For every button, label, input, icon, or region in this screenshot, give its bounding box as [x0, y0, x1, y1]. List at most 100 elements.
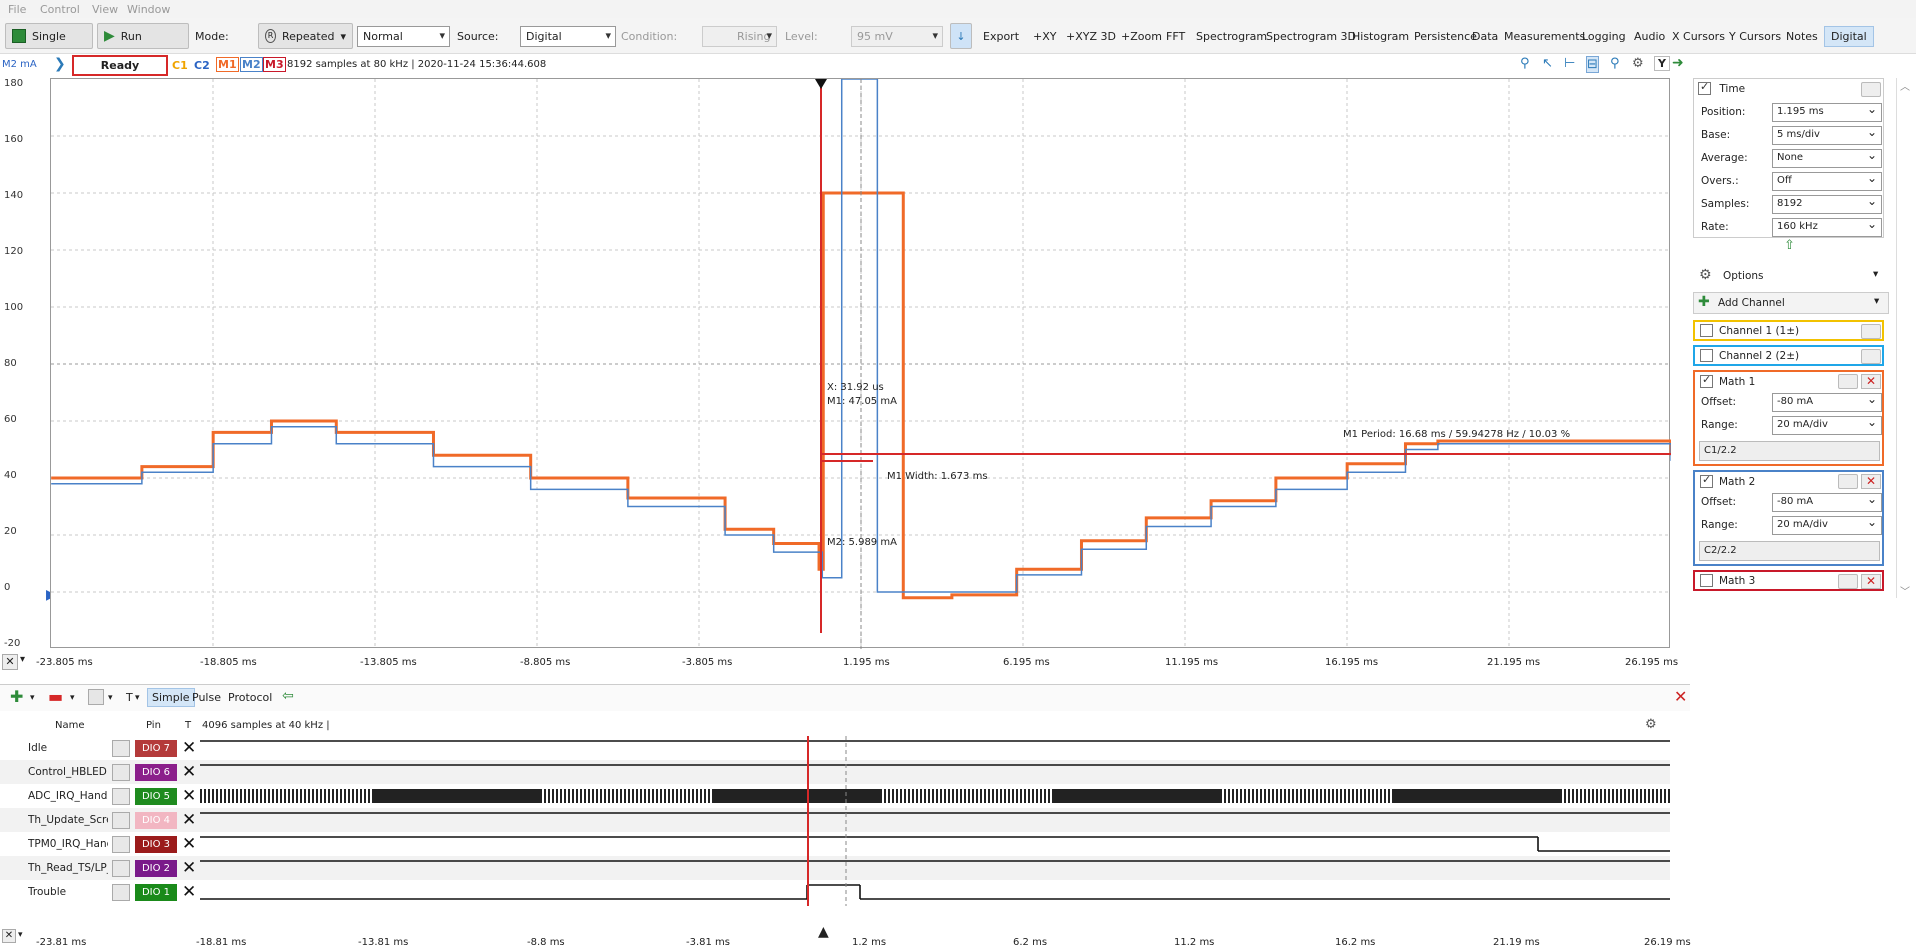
logic-waveforms[interactable] — [200, 736, 1670, 906]
trigger-menu[interactable]: T — [126, 691, 133, 704]
source-select[interactable]: Digital — [520, 26, 616, 47]
logic-trigger-marker-icon[interactable]: ▲ — [818, 924, 829, 940]
math2-formula-field[interactable]: C2/2.2 — [1699, 541, 1880, 561]
spectrogram3d-link[interactable]: Spectrogram 3D — [1266, 30, 1356, 43]
settings-scrollbar[interactable]: ︿ ﹀ — [1896, 78, 1912, 598]
base-select[interactable]: 5 ms/div — [1772, 125, 1882, 145]
channel1-settings-icon[interactable] — [1861, 324, 1881, 339]
y-cursors-link[interactable]: Y Cursors — [1729, 30, 1781, 43]
run-button[interactable]: ▶ Run — [97, 23, 189, 49]
xyz3d-link[interactable]: +XYZ 3D — [1066, 30, 1116, 43]
math3-row[interactable]: Math 3 ✕ — [1693, 570, 1884, 591]
time-checkbox[interactable] — [1698, 80, 1711, 95]
signal-edit-icon[interactable] — [112, 836, 130, 853]
repeated-button[interactable]: R Repeated ▾ — [258, 23, 353, 49]
chevron-down-icon[interactable]: ▾ — [70, 693, 75, 703]
logic-gear-icon[interactable]: ⚙ — [1645, 717, 1657, 732]
gear-icon[interactable]: ⚙ — [1632, 56, 1644, 71]
condition-select[interactable]: Rising — [702, 26, 777, 47]
play-arrow-icon[interactable]: ❯ — [54, 56, 66, 72]
x-axis-menu-icon[interactable]: ▾ — [20, 654, 25, 665]
fit-icon[interactable]: ⊟ — [1586, 56, 1599, 73]
math1-checkbox[interactable] — [1700, 373, 1713, 388]
audio-link[interactable]: Audio — [1634, 30, 1665, 43]
trigger-none-icon[interactable]: ✕ — [182, 738, 196, 758]
channel-tag-m3[interactable]: M3 — [263, 57, 286, 72]
pointer-icon[interactable]: ↖ — [1542, 56, 1553, 71]
trigger-none-icon[interactable]: ✕ — [182, 834, 196, 854]
time-settings-icon[interactable] — [1861, 82, 1881, 97]
signal-edit-icon[interactable] — [112, 812, 130, 829]
channel-tag-m2[interactable]: M2 — [240, 57, 263, 72]
trigger-none-icon[interactable]: ✕ — [182, 762, 196, 782]
menu-control[interactable]: Control — [40, 3, 80, 16]
digital-link[interactable]: Digital — [1824, 26, 1874, 47]
remove-signal-icon[interactable]: ▬ — [48, 687, 63, 706]
math3-checkbox[interactable] — [1700, 574, 1713, 587]
scroll-up-icon[interactable]: ︿ — [1900, 78, 1910, 93]
overs-select[interactable]: Off — [1772, 171, 1882, 191]
logging-link[interactable]: Logging — [1582, 30, 1626, 43]
signal-edit-icon[interactable] — [112, 884, 130, 901]
scroll-down-icon[interactable]: ﹀ — [1900, 583, 1910, 598]
scope-plot[interactable]: X: 31.92 us M1: 47.05 mA M2: 5.989 mA M1… — [50, 78, 1671, 649]
math2-range-select[interactable]: 20 mA/div — [1772, 515, 1882, 535]
trigger-none-icon[interactable]: ✕ — [182, 810, 196, 830]
trigger-none-icon[interactable]: ✕ — [182, 786, 196, 806]
math1-settings-icon[interactable] — [1838, 374, 1858, 389]
tab-pulse[interactable]: Pulse — [192, 691, 221, 704]
math3-close-icon[interactable]: ✕ — [1861, 574, 1881, 589]
average-select[interactable]: None — [1772, 148, 1882, 168]
math1-close-icon[interactable]: ✕ — [1861, 374, 1881, 389]
add-signal-icon[interactable]: ✚ — [10, 687, 23, 706]
channel2-checkbox[interactable] — [1700, 349, 1713, 362]
measurements-link[interactable]: Measurements — [1504, 30, 1585, 43]
channel-tag-c1[interactable]: C1 — [172, 59, 188, 72]
xy-link[interactable]: +XY — [1033, 30, 1056, 43]
channel-tag-m1[interactable]: M1 — [216, 57, 239, 72]
rate-select[interactable]: 160 kHz — [1772, 217, 1882, 237]
logic-axis-close-button[interactable]: ✕ — [2, 929, 16, 943]
channel2-row[interactable]: Channel 2 (2±) — [1693, 345, 1884, 366]
horizontal-cursor-icon[interactable]: ⊢ — [1564, 56, 1575, 71]
menu-window[interactable]: Window — [127, 3, 170, 16]
add-channel-button[interactable]: ✚ Add Channel ▾ — [1693, 292, 1889, 314]
single-button[interactable]: Single — [5, 23, 93, 49]
logic-close-icon[interactable]: ✕ — [1674, 687, 1687, 706]
data-link[interactable]: Data — [1472, 30, 1498, 43]
y-axis-button[interactable]: Y — [1654, 56, 1670, 71]
level-input[interactable]: 95 mV — [851, 26, 943, 47]
zoom-link[interactable]: +Zoom — [1121, 30, 1162, 43]
options-row[interactable]: ⚙ Options ▾ — [1693, 266, 1889, 288]
chevron-down-icon[interactable]: ▾ — [108, 693, 113, 703]
channel1-checkbox[interactable] — [1700, 324, 1713, 337]
menu-view[interactable]: View — [92, 3, 118, 16]
logic-axis-menu-icon[interactable]: ▾ — [18, 930, 23, 940]
menu-file[interactable]: File — [8, 3, 26, 16]
math1-offset-select[interactable]: -80 mA — [1772, 392, 1882, 412]
arrow-right-icon[interactable]: ➜ — [1672, 55, 1684, 71]
arrow-up-icon[interactable]: ⇧ — [1784, 238, 1795, 253]
trigger-none-icon[interactable]: ✕ — [182, 858, 196, 878]
persistence-link[interactable]: Persistence — [1414, 30, 1477, 43]
tab-protocol[interactable]: Protocol — [228, 691, 272, 704]
signal-edit-icon[interactable] — [112, 764, 130, 781]
math3-settings-icon[interactable] — [1838, 574, 1858, 589]
normal-select[interactable]: Normal — [357, 26, 450, 47]
x-axis-close-button[interactable]: ✕ — [2, 654, 18, 670]
arrow-left-icon[interactable]: ⇦ — [282, 688, 294, 704]
math1-range-select[interactable]: 20 mA/div — [1772, 415, 1882, 435]
notes-link[interactable]: Notes — [1786, 30, 1818, 43]
export-link[interactable]: Export — [983, 30, 1019, 43]
channel-tag-c2[interactable]: C2 — [194, 59, 210, 72]
position-select[interactable]: 1.195 ms — [1772, 102, 1882, 122]
channel1-row[interactable]: Channel 1 (1±) — [1693, 320, 1884, 341]
histogram-link[interactable]: Histogram — [1352, 30, 1409, 43]
zoom-in-icon[interactable]: ⚲ — [1520, 56, 1530, 71]
channel2-settings-icon[interactable] — [1861, 349, 1881, 364]
samples-select[interactable]: 8192 — [1772, 194, 1882, 214]
spectrogram-link[interactable]: Spectrogram — [1196, 30, 1267, 43]
signal-edit-icon[interactable] — [112, 740, 130, 757]
signal-edit-icon[interactable] — [112, 788, 130, 805]
edit-signal-icon[interactable] — [88, 689, 104, 705]
